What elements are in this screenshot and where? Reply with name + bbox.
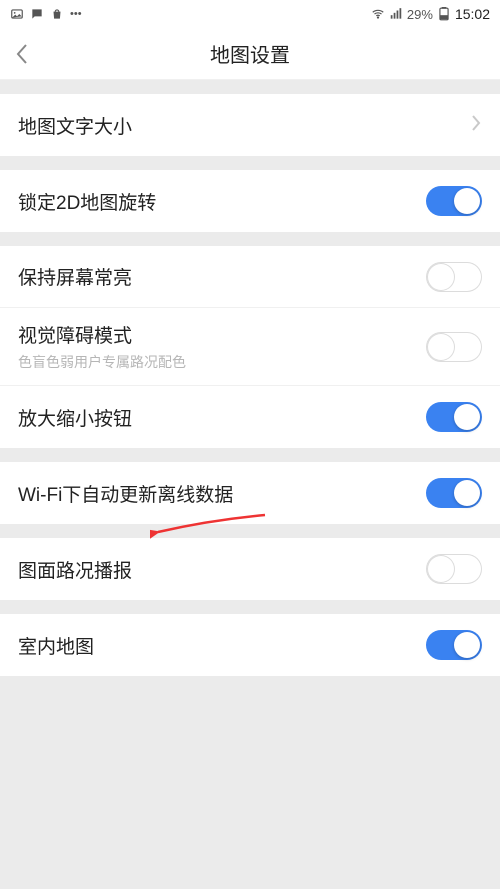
row-zoom-btns: 放大缩小按钮 bbox=[0, 386, 500, 448]
signal-icon bbox=[389, 7, 403, 21]
indoor-toggle[interactable] bbox=[426, 630, 482, 660]
lock-2d-label: 锁定2D地图旋转 bbox=[18, 188, 426, 215]
keep-screen-label: 保持屏幕常亮 bbox=[18, 263, 426, 290]
keep-screen-toggle[interactable] bbox=[426, 262, 482, 292]
group-traffic-tts: 图面路况播报 bbox=[0, 538, 500, 600]
group-display: 保持屏幕常亮 视觉障碍模式 色盲色弱用户专属路况配色 放大缩小按钮 bbox=[0, 246, 500, 448]
traffic-tts-label: 图面路况播报 bbox=[18, 556, 426, 583]
status-bar: ••• 29% 15:02 bbox=[0, 0, 500, 28]
status-right: 29% 15:02 bbox=[371, 6, 490, 22]
chevron-right-icon bbox=[470, 114, 482, 137]
zoom-btns-label: 放大缩小按钮 bbox=[18, 404, 426, 431]
wifi-update-toggle[interactable] bbox=[426, 478, 482, 508]
row-lock-2d: 锁定2D地图旋转 bbox=[0, 170, 500, 232]
header: 地图设置 bbox=[0, 28, 500, 80]
group-lock-2d: 锁定2D地图旋转 bbox=[0, 170, 500, 232]
row-indoor: 室内地图 bbox=[0, 614, 500, 676]
a11y-label: 视觉障碍模式 bbox=[18, 321, 426, 348]
group-indoor: 室内地图 bbox=[0, 614, 500, 676]
page-title: 地图设置 bbox=[0, 39, 500, 68]
chevron-left-icon bbox=[15, 43, 29, 65]
zoom-btns-toggle[interactable] bbox=[426, 402, 482, 432]
row-a11y: 视觉障碍模式 色盲色弱用户专属路况配色 bbox=[0, 308, 500, 386]
wifi-update-label: Wi-Fi下自动更新离线数据 bbox=[18, 480, 426, 507]
image-icon bbox=[10, 7, 24, 21]
back-button[interactable] bbox=[0, 32, 44, 76]
text-size-label: 地图文字大小 bbox=[18, 112, 470, 139]
row-traffic-tts: 图面路况播报 bbox=[0, 538, 500, 600]
status-left: ••• bbox=[10, 7, 82, 21]
chat-icon bbox=[30, 7, 44, 21]
clock-text: 15:02 bbox=[455, 6, 490, 22]
group-text-size: 地图文字大小 bbox=[0, 94, 500, 156]
group-wifi: Wi-Fi下自动更新离线数据 bbox=[0, 462, 500, 524]
more-dots: ••• bbox=[70, 8, 82, 20]
row-wifi-update: Wi-Fi下自动更新离线数据 bbox=[0, 462, 500, 524]
row-keep-screen: 保持屏幕常亮 bbox=[0, 246, 500, 308]
traffic-tts-toggle[interactable] bbox=[426, 554, 482, 584]
a11y-toggle[interactable] bbox=[426, 332, 482, 362]
battery-icon bbox=[437, 7, 451, 21]
battery-text: 29% bbox=[407, 7, 433, 22]
wifi-icon bbox=[371, 7, 385, 21]
bag-icon bbox=[50, 7, 64, 21]
row-text-size[interactable]: 地图文字大小 bbox=[0, 94, 500, 156]
lock-2d-toggle[interactable] bbox=[426, 186, 482, 216]
indoor-label: 室内地图 bbox=[18, 632, 426, 659]
a11y-sublabel: 色盲色弱用户专属路况配色 bbox=[18, 352, 426, 372]
